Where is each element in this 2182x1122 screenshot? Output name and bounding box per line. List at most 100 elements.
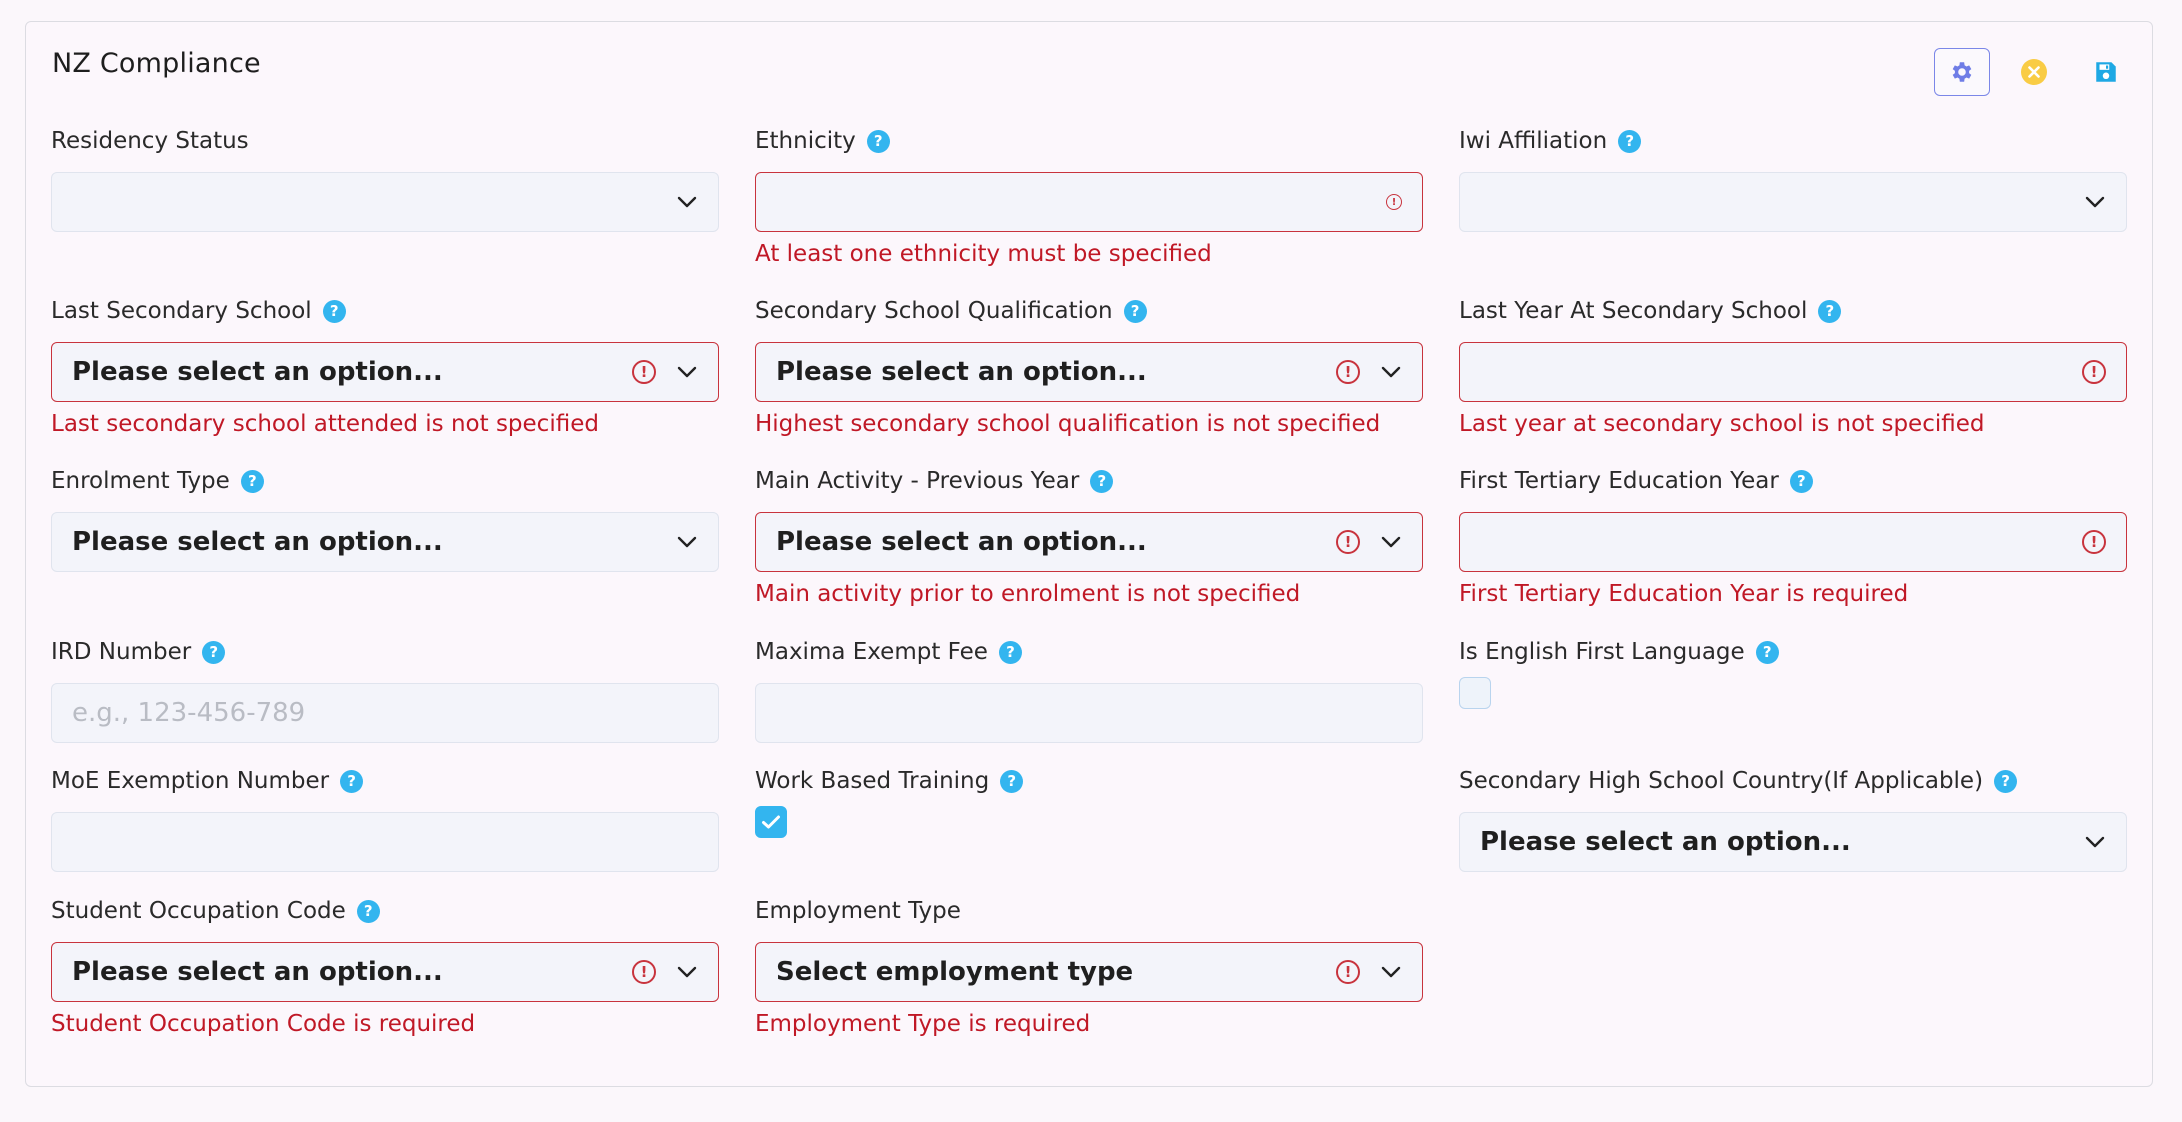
- employment-type-select[interactable]: Select employment type !: [755, 942, 1423, 1002]
- help-icon[interactable]: ?: [1000, 769, 1024, 793]
- last-year-at-secondary-school-field: Last Year At Secondary School? ! Last ye…: [1459, 296, 2127, 437]
- error-icon: !: [632, 360, 656, 384]
- first-tertiary-education-year-input[interactable]: !: [1459, 512, 2127, 572]
- help-icon[interactable]: ?: [240, 469, 264, 493]
- work-based-training-checkbox[interactable]: [755, 806, 787, 838]
- error-icon: !: [1336, 960, 1360, 984]
- help-icon[interactable]: ?: [202, 640, 226, 664]
- help-icon[interactable]: ?: [998, 640, 1022, 664]
- enrolment-type-select[interactable]: Please select an option...: [51, 512, 719, 572]
- close-circle-icon: [2021, 59, 2047, 85]
- enrolment-type-label: Enrolment Type: [51, 468, 230, 494]
- chevron-down-icon: [676, 531, 698, 553]
- help-icon[interactable]: ?: [1818, 299, 1842, 323]
- checkmark-icon: [762, 815, 780, 829]
- employment-type-label: Employment Type: [755, 898, 961, 924]
- is-english-first-language-label: Is English First Language: [1459, 639, 1745, 665]
- work-based-training-label: Work Based Training: [755, 768, 990, 794]
- chevron-down-icon: [676, 961, 698, 983]
- first-tertiary-education-year-error: First Tertiary Education Year is require…: [1459, 581, 1909, 607]
- panel-toolbar: [1934, 48, 2134, 96]
- help-icon[interactable]: ?: [1618, 129, 1642, 153]
- student-occupation-code-field: Student Occupation Code? Please select a…: [51, 896, 719, 1037]
- chevron-down-icon: [676, 191, 698, 213]
- help-icon[interactable]: ?: [1789, 469, 1813, 493]
- ird-number-input[interactable]: e.g., 123-456-789: [51, 683, 719, 743]
- employment-type-error: Employment Type is required: [755, 1011, 1091, 1037]
- iwi-affiliation-select[interactable]: [1459, 172, 2127, 232]
- last-secondary-school-field: Last Secondary School? Please select an …: [51, 296, 719, 437]
- help-icon[interactable]: ?: [866, 129, 890, 153]
- help-icon[interactable]: ?: [1994, 769, 2018, 793]
- student-occupation-code-select[interactable]: Please select an option... !: [51, 942, 719, 1002]
- cancel-button[interactable]: [2006, 48, 2062, 96]
- chevron-down-icon: [1380, 961, 1402, 983]
- residency-status-label: Residency Status: [51, 128, 249, 154]
- chevron-down-icon: [2084, 831, 2106, 853]
- residency-status-select[interactable]: [51, 172, 719, 232]
- save-button[interactable]: [2078, 48, 2134, 96]
- settings-button[interactable]: [1934, 48, 1990, 96]
- help-icon[interactable]: ?: [322, 299, 346, 323]
- employment-type-field: Employment Type Select employment type !…: [755, 896, 1423, 1037]
- secondary-school-qualification-field: Secondary School Qualification? Please s…: [755, 296, 1423, 437]
- main-activity-previous-year-label: Main Activity - Previous Year: [755, 468, 1080, 494]
- first-tertiary-education-year-field: First Tertiary Education Year? ! First T…: [1459, 466, 2127, 607]
- secondary-school-qualification-error: Highest secondary school qualification i…: [755, 411, 1381, 437]
- chevron-down-icon: [1380, 361, 1402, 383]
- error-icon: !: [632, 960, 656, 984]
- iwi-affiliation-field: Iwi Affiliation?: [1459, 126, 2127, 232]
- help-icon[interactable]: ?: [1123, 299, 1147, 323]
- floppy-disk-icon: [2096, 62, 2116, 82]
- moe-exemption-number-input[interactable]: [51, 812, 719, 872]
- error-icon: !: [2082, 360, 2106, 384]
- last-year-at-secondary-school-error: Last year at secondary school is not spe…: [1459, 411, 1985, 437]
- is-english-first-language-field: Is English First Language?: [1459, 637, 2127, 709]
- last-year-at-secondary-school-input[interactable]: !: [1459, 342, 2127, 402]
- ethnicity-input[interactable]: !: [755, 172, 1423, 232]
- first-tertiary-education-year-label: First Tertiary Education Year: [1459, 468, 1779, 494]
- last-secondary-school-label: Last Secondary School: [51, 298, 312, 324]
- maxima-exempt-fee-label: Maxima Exempt Fee: [755, 639, 988, 665]
- secondary-school-qualification-select[interactable]: Please select an option... !: [755, 342, 1423, 402]
- secondary-high-school-country-field: Secondary High School Country(If Applica…: [1459, 766, 2127, 872]
- ethnicity-field: Ethnicity? ! At least one ethnicity must…: [755, 126, 1423, 267]
- main-activity-previous-year-error: Main activity prior to enrolment is not …: [755, 581, 1301, 607]
- error-icon: !: [2082, 530, 2106, 554]
- main-activity-previous-year-field: Main Activity - Previous Year? Please se…: [755, 466, 1423, 607]
- chevron-down-icon: [2084, 191, 2106, 213]
- help-icon[interactable]: ?: [340, 769, 364, 793]
- moe-exemption-number-label: MoE Exemption Number: [51, 768, 330, 794]
- chevron-down-icon: [1380, 531, 1402, 553]
- help-icon[interactable]: ?: [356, 899, 380, 923]
- chevron-down-icon: [676, 361, 698, 383]
- work-based-training-field: Work Based Training?: [755, 766, 1423, 838]
- residency-status-field: Residency Status: [51, 126, 719, 232]
- moe-exemption-number-field: MoE Exemption Number?: [51, 766, 719, 872]
- iwi-affiliation-label: Iwi Affiliation: [1459, 128, 1608, 154]
- last-secondary-school-error: Last secondary school attended is not sp…: [51, 411, 599, 437]
- student-occupation-code-error: Student Occupation Code is required: [51, 1011, 476, 1037]
- enrolment-type-field: Enrolment Type? Please select an option.…: [51, 466, 719, 572]
- error-icon: !: [1336, 360, 1360, 384]
- ethnicity-label: Ethnicity: [755, 128, 856, 154]
- ird-number-label: IRD Number: [51, 639, 192, 665]
- last-year-at-secondary-school-label: Last Year At Secondary School: [1459, 298, 1808, 324]
- panel-title: NZ Compliance: [52, 48, 261, 79]
- help-icon[interactable]: ?: [1755, 640, 1779, 664]
- help-icon[interactable]: ?: [1090, 469, 1114, 493]
- is-english-first-language-checkbox[interactable]: [1459, 677, 1491, 709]
- maxima-exempt-fee-field: Maxima Exempt Fee?: [755, 637, 1423, 743]
- ethnicity-error: At least one ethnicity must be specified: [755, 241, 1212, 267]
- ird-number-field: IRD Number? e.g., 123-456-789: [51, 637, 719, 743]
- student-occupation-code-label: Student Occupation Code: [51, 898, 346, 924]
- last-secondary-school-select[interactable]: Please select an option... !: [51, 342, 719, 402]
- error-icon: !: [1336, 530, 1360, 554]
- main-activity-previous-year-select[interactable]: Please select an option... !: [755, 512, 1423, 572]
- secondary-school-qualification-label: Secondary School Qualification: [755, 298, 1113, 324]
- error-icon: !: [1386, 194, 1402, 210]
- secondary-high-school-country-label: Secondary High School Country(If Applica…: [1459, 768, 1984, 794]
- secondary-high-school-country-select[interactable]: Please select an option...: [1459, 812, 2127, 872]
- maxima-exempt-fee-input[interactable]: [755, 683, 1423, 743]
- gear-icon: [1952, 62, 1972, 82]
